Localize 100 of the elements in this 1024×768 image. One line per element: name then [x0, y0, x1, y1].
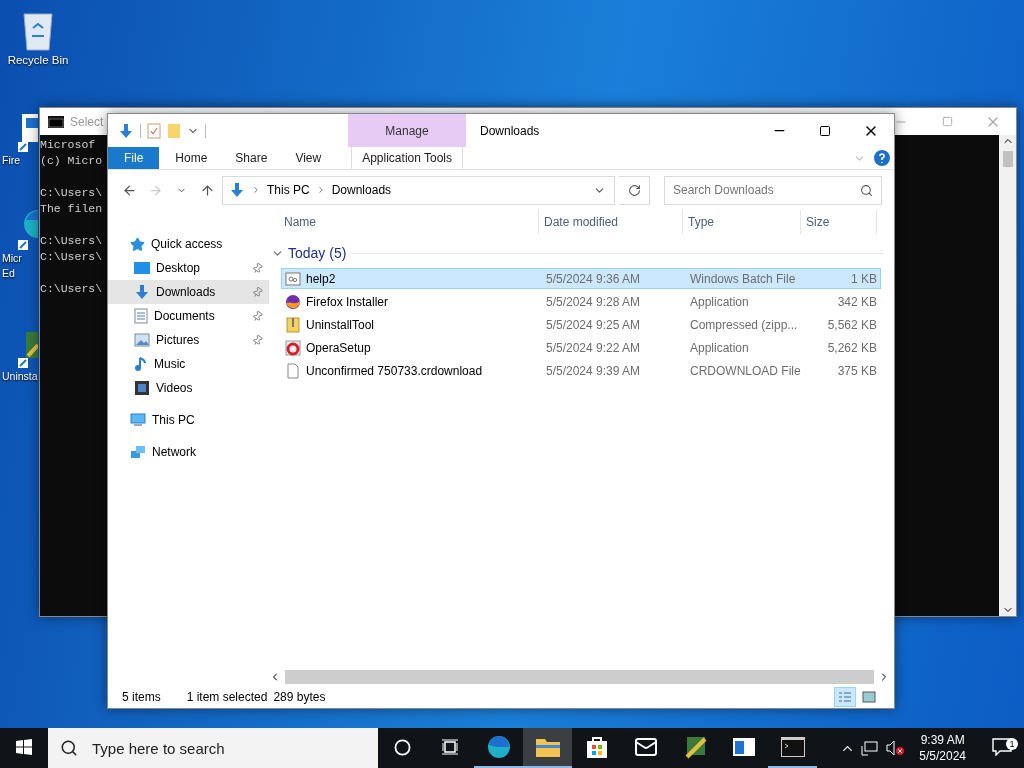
search-icon: [860, 183, 873, 197]
details-view-button[interactable]: [834, 686, 856, 707]
file-row[interactable]: Unconfirmed 750733.crdownload 5/5/2024 9:39 AM CRDOWNLOAD File 375 KB: [281, 360, 881, 381]
address-bar[interactable]: This PC Downloads: [222, 175, 615, 205]
size-text: 5,562 KB: [827, 317, 877, 332]
column-header[interactable]: Type: [683, 210, 801, 234]
console-line: (c) Micro: [40, 153, 104, 169]
clock-date[interactable]: 5/5/2024: [919, 748, 966, 764]
clock-time[interactable]: 9:39 AM: [920, 732, 965, 748]
console-line: C:\Users\: [40, 249, 104, 265]
nav-item[interactable]: Videos: [108, 376, 269, 400]
nav-item[interactable]: Quick access: [108, 232, 269, 256]
type-text: Application: [690, 294, 749, 309]
type-text: Windows Batch File: [690, 271, 796, 286]
taskbar-search-field[interactable]: Type here to search: [48, 728, 378, 768]
date-text: 5/5/2024 9:22 AM: [546, 340, 641, 355]
help-icon[interactable]: [874, 150, 890, 166]
network-icon: [130, 444, 146, 460]
context-tab[interactable]: Manage: [348, 114, 466, 147]
type-text: Application: [690, 340, 749, 355]
maximize-icon[interactable]: [819, 124, 831, 137]
icon-label[interactable]: Uninsta: [0, 370, 38, 383]
size-text: 1 KB: [851, 271, 877, 286]
details-list-icon: [838, 690, 852, 703]
file-row[interactable]: OperaSetup 5/5/2024 9:22 AM Application 5,262 KB: [281, 337, 881, 358]
column-header[interactable]: Name: [279, 210, 539, 234]
console-app-icon: [48, 115, 64, 128]
console-line: Microsof: [40, 137, 97, 153]
ribbon-tab[interactable]: File: [108, 147, 160, 169]
icon-label[interactable]: Ed: [0, 267, 15, 280]
size-text: 342 KB: [837, 294, 877, 309]
file-row[interactable]: Firefox Installer 5/5/2024 9:28 AM Application 342 KB: [281, 291, 881, 312]
download-arrow-icon[interactable]: [118, 122, 134, 139]
date-text: 5/5/2024 9:28 AM: [546, 294, 641, 309]
nav-item[interactable]: This PC: [108, 408, 269, 432]
task-view-icon[interactable]: [441, 739, 459, 755]
console-line: C:\Users\: [40, 185, 104, 201]
scrollbar-thumb[interactable]: [1002, 151, 1013, 167]
file-name: UninstallTool: [306, 317, 375, 332]
nav-item[interactable]: Network: [108, 440, 269, 464]
size-text: 5,262 KB: [827, 340, 877, 355]
muted-speaker-icon[interactable]: [885, 740, 906, 756]
window-title: Downloads: [480, 123, 540, 138]
terminal-icon[interactable]: [780, 737, 805, 757]
nav-item[interactable]: Music: [108, 352, 269, 376]
film-icon: [134, 380, 150, 396]
checklist-icon[interactable]: [147, 122, 161, 139]
file-name: Unconfirmed 750733.crdownload: [306, 363, 483, 378]
picture-icon: [134, 333, 150, 347]
download-arrow-icon: [229, 182, 245, 198]
date-text: 5/5/2024 9:39 AM: [546, 363, 641, 378]
swirl-icon[interactable]: [486, 735, 511, 759]
folder-icon[interactable]: [535, 737, 560, 757]
refresh-icon: [627, 183, 641, 197]
window-title: Select: [70, 114, 104, 129]
status-text: 5 items: [122, 689, 161, 704]
nav-item[interactable]: Pictures: [108, 328, 269, 352]
column-header[interactable]: Size: [801, 210, 877, 234]
column-header[interactable]: Date modified: [539, 210, 683, 234]
nav-item[interactable]: Desktop: [108, 256, 269, 280]
document-icon: [134, 308, 148, 324]
star-icon: [130, 236, 145, 252]
circle-icon[interactable]: [393, 738, 411, 756]
icon-label[interactable]: Recycle Bin: [7, 54, 69, 67]
status-text: 1 item selected: [186, 689, 268, 704]
file-name: OperaSetup: [306, 340, 371, 355]
monitor-icon: [130, 412, 146, 428]
size-text: 375 KB: [837, 363, 877, 378]
search-field[interactable]: Search Downloads: [664, 175, 882, 205]
back-icon[interactable]: [121, 182, 137, 198]
date-text: 5/5/2024 9:25 AM: [546, 317, 641, 332]
network-icon[interactable]: [861, 740, 880, 756]
nav-item[interactable]: Documents: [108, 304, 269, 328]
envelope-icon[interactable]: [633, 735, 658, 759]
refresh-button[interactable]: [619, 175, 650, 205]
file-row[interactable]: UninstallTool 5/5/2024 9:25 AM Compressed (zipp... 5,562 KB: [281, 314, 881, 335]
separator-icon: [251, 185, 261, 195]
notification-count: 1: [1006, 738, 1018, 750]
nav-item[interactable]: Downloads: [108, 280, 269, 304]
notification-icon[interactable]: [992, 738, 1012, 756]
breadcrumb[interactable]: This PC: [267, 183, 310, 197]
icon-label[interactable]: Micr: [0, 252, 22, 265]
shopping-bag-icon[interactable]: [585, 735, 608, 759]
file-row[interactable]: help2 5/5/2024 9:36 AM Windows Batch File 1 KB: [281, 268, 881, 289]
music-note-icon: [134, 356, 148, 372]
console-line: C:\Users\: [40, 233, 104, 249]
desktop-icon: [134, 261, 150, 275]
icon-label[interactable]: Fire: [0, 154, 21, 167]
ribbon-tab[interactable]: Application Tools: [351, 147, 464, 169]
status-text: 289 bytes: [273, 689, 326, 704]
date-text: 5/5/2024 9:36 AM: [546, 271, 641, 286]
group-header[interactable]: Today (5): [288, 245, 347, 261]
blank-file-icon: [285, 362, 301, 379]
window-icon[interactable]: [731, 737, 756, 757]
scrollbar-thumb[interactable]: [285, 669, 874, 684]
up-icon[interactable]: [199, 182, 215, 198]
type-text: CRDOWNLOAD File: [690, 363, 801, 378]
breadcrumb[interactable]: Downloads: [331, 183, 392, 197]
installer-icon: [285, 339, 301, 356]
windows-logo-icon[interactable]: [16, 739, 32, 755]
